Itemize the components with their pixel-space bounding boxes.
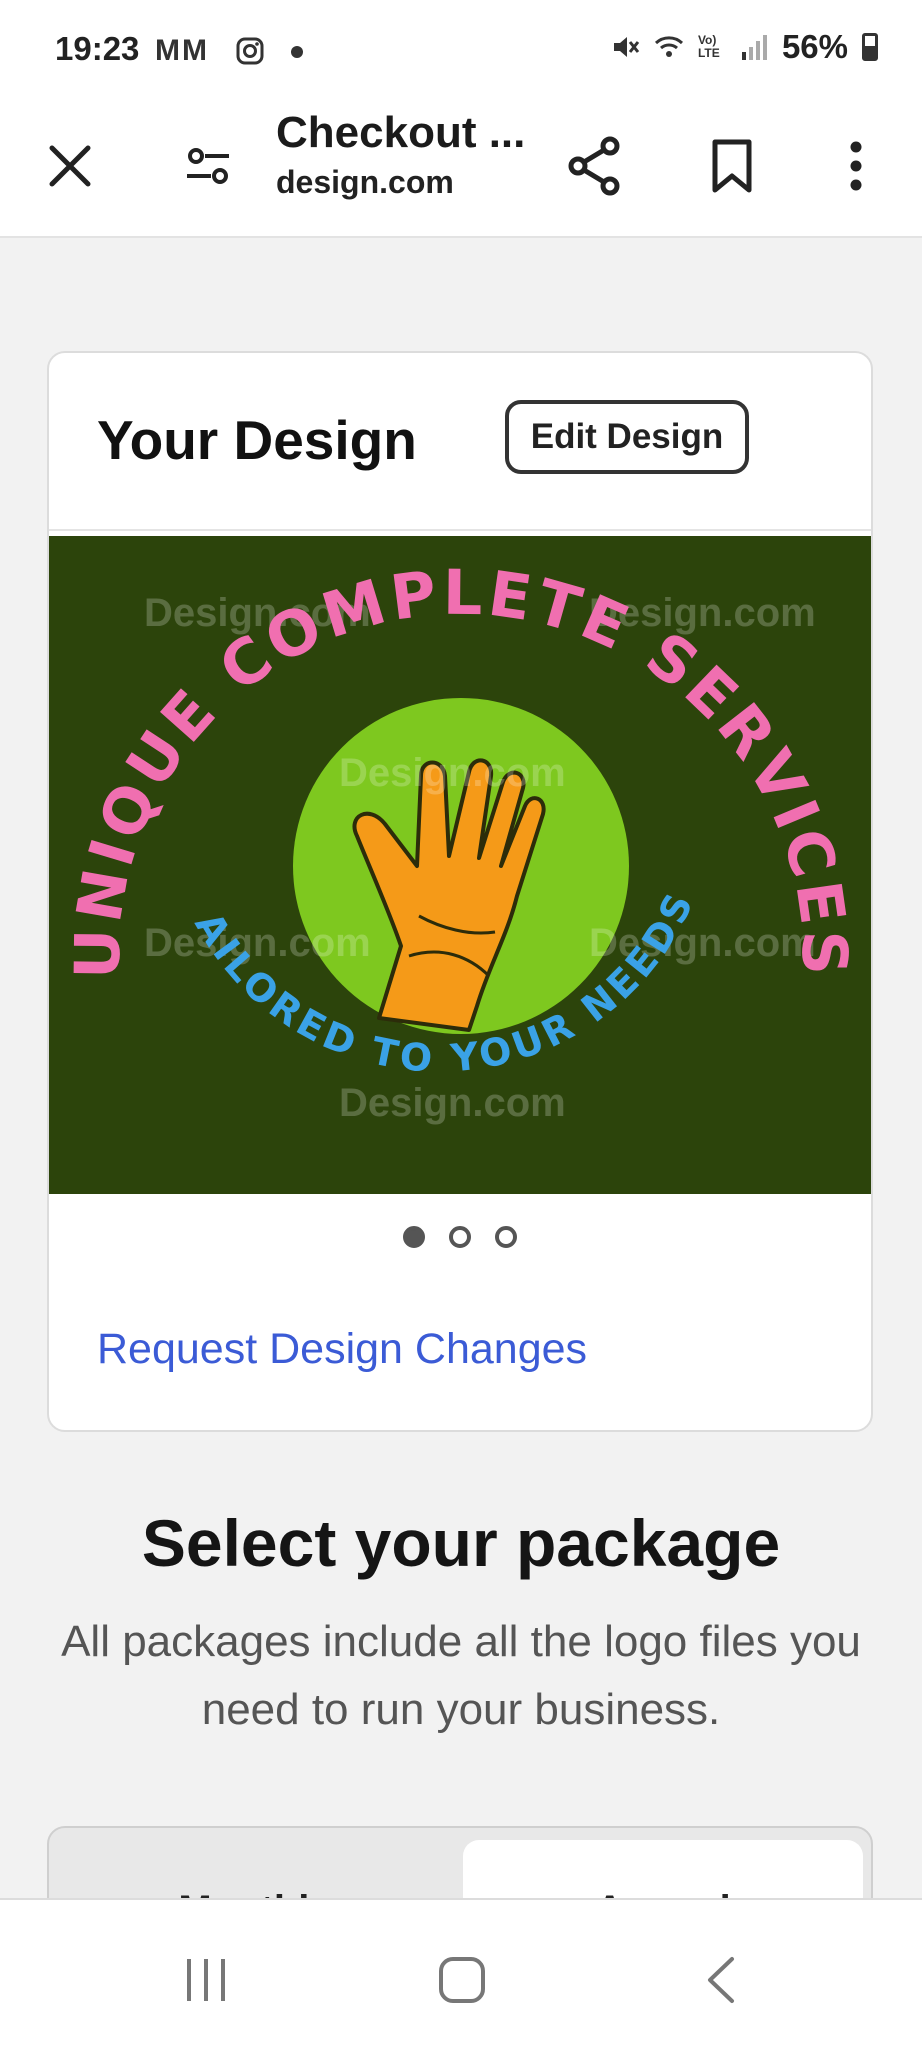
edit-design-button[interactable]: Edit Design	[505, 400, 749, 474]
share-icon	[568, 136, 620, 196]
carousel-dot[interactable]	[403, 1226, 425, 1248]
carousel-dot[interactable]	[449, 1226, 471, 1248]
gmail-notification-icons: MM	[155, 34, 209, 67]
home-button[interactable]	[412, 1940, 512, 2020]
instagram-icon	[236, 37, 264, 65]
signal-icon	[741, 35, 767, 60]
design-card: Your Design Edit Design Design.com Desig…	[47, 351, 873, 1432]
watermark-text: Design.com	[339, 1081, 566, 1125]
package-title: Select your package	[141, 1506, 781, 1580]
notification-dot	[291, 46, 303, 58]
page-url: design.com	[276, 164, 454, 200]
share-button[interactable]	[554, 126, 634, 206]
close-icon	[49, 145, 91, 187]
title-block: Checkout ... design.com	[276, 108, 525, 201]
battery-percent: 56%	[781, 28, 848, 65]
bookmark-button[interactable]	[692, 126, 772, 206]
system-nav-bar	[0, 1898, 922, 2050]
carousel-indicator	[49, 1226, 871, 1248]
page-title: Checkout ...	[276, 108, 526, 157]
status-time: 19:23	[55, 30, 140, 67]
carousel-dot[interactable]	[495, 1226, 517, 1248]
sliders-icon	[187, 148, 229, 184]
request-design-changes-link[interactable]: Request Design Changes	[97, 1325, 587, 1374]
recent-apps-button[interactable]	[156, 1940, 256, 2020]
home-icon	[439, 1957, 485, 2003]
top-app-bar: Checkout ... design.com	[0, 100, 922, 238]
watermark-text: Design.com	[339, 751, 566, 795]
back-button[interactable]	[672, 1940, 772, 2020]
more-vertical-icon	[850, 141, 862, 191]
wifi-icon	[654, 36, 683, 57]
mute-icon	[613, 37, 640, 57]
status-bar: 19:23 MM Vo) LTE 56%	[0, 0, 922, 100]
lte-icon: Vo) LTE	[697, 33, 720, 60]
design-card-header: Your Design Edit Design	[49, 353, 871, 531]
recent-apps-icon	[187, 1959, 225, 2001]
package-subtitle: All packages include all the logo files …	[61, 1617, 861, 1734]
battery-icon	[862, 33, 878, 61]
more-options-button[interactable]	[816, 126, 896, 206]
logo-preview-image[interactable]: Design.com Design.com Design.com Design.…	[49, 536, 873, 1194]
close-button[interactable]	[30, 126, 110, 206]
bookmark-icon	[712, 139, 752, 193]
site-settings-button[interactable]	[168, 126, 248, 206]
status-right-group: Vo) LTE 56%	[610, 28, 878, 66]
back-icon	[708, 1957, 734, 2003]
design-card-title: Your Design	[97, 409, 417, 471]
